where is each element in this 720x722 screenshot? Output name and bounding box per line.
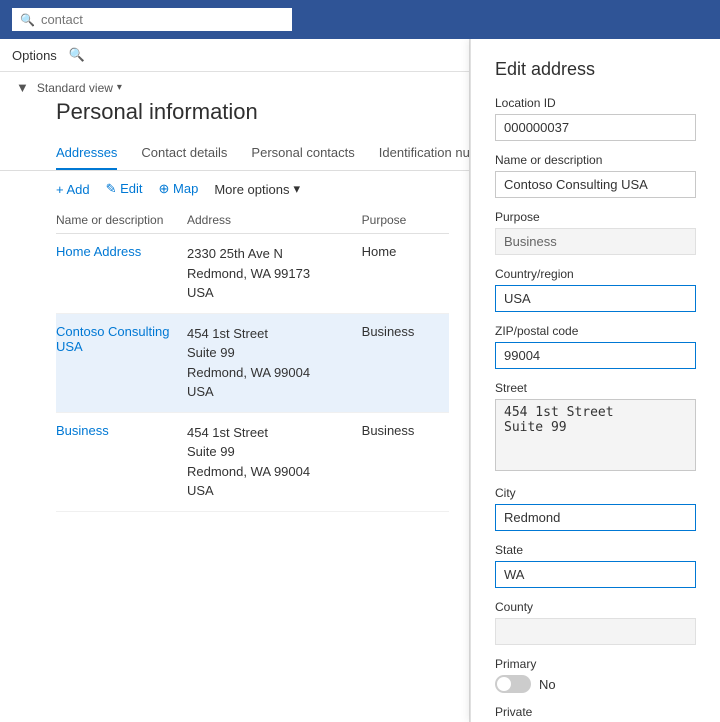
options-search-icon[interactable]: 🔍 [69,47,85,63]
edit-button[interactable]: ✎ Edit [106,181,143,197]
address-table: Name or description Address Purpose Home… [0,207,469,722]
view-selector-label: Standard view [37,81,113,95]
search-box[interactable]: 🔍 [12,8,292,31]
row-address-1: 454 1st StreetSuite 99Redmond, WA 99004U… [187,324,362,402]
street-label: Street [495,381,696,395]
search-icon: 🔍 [20,13,35,27]
city-input[interactable] [495,504,696,531]
header-name: Name or description [56,213,187,227]
row-name-2[interactable]: Business [56,423,187,438]
more-options-chevron-icon: ▾ [293,181,300,197]
primary-toggle-container: No [495,675,696,693]
table-header: Name or description Address Purpose [56,207,449,234]
table-row: Contoso Consulting USA 454 1st StreetSui… [56,314,449,413]
tabs: Addresses Contact details Personal conta… [0,137,469,171]
county-label: County [495,600,696,614]
name-description-label: Name or description [495,153,696,167]
city-field: City [495,486,696,531]
county-input[interactable] [495,618,696,645]
name-description-field: Name or description [495,153,696,198]
header-purpose: Purpose [362,213,449,227]
location-id-input[interactable] [495,114,696,141]
purpose-label: Purpose [495,210,696,224]
row-name-0[interactable]: Home Address [56,244,187,259]
main-layout: Options 🔍 ▼ Standard view ▾ Personal inf… [0,39,720,722]
row-address-2: 454 1st StreetSuite 99Redmond, WA 99004U… [187,423,362,501]
zip-postal-label: ZIP/postal code [495,324,696,338]
primary-field: Primary No [495,657,696,693]
options-label[interactable]: Options [12,48,57,63]
primary-label: Primary [495,657,696,671]
tab-personal-contacts[interactable]: Personal contacts [251,137,354,170]
primary-toggle-label: No [539,677,556,692]
row-purpose-0: Home [362,244,449,259]
primary-toggle[interactable] [495,675,531,693]
tab-identification-numbers[interactable]: Identification numbers [379,137,470,170]
zip-postal-input[interactable] [495,342,696,369]
page-title: Personal information [0,95,469,137]
location-id-field: Location ID [495,96,696,141]
options-bar: Options 🔍 [0,39,469,72]
search-input[interactable] [41,12,284,27]
zip-postal-field: ZIP/postal code [495,324,696,369]
top-bar: 🔍 [0,0,720,39]
edit-address-panel: Edit address Location ID Name or descrip… [470,39,720,722]
country-region-input[interactable] [495,285,696,312]
location-id-label: Location ID [495,96,696,110]
purpose-field: Purpose [495,210,696,255]
tab-contact-details[interactable]: Contact details [141,137,227,170]
county-field: County [495,600,696,645]
map-button[interactable]: ⊕ Map [159,181,199,197]
street-field: Street 454 1st Street Suite 99 [495,381,696,474]
header-address: Address [187,213,362,227]
add-button[interactable]: + Add [56,182,90,197]
country-region-label: Country/region [495,267,696,281]
state-field: State [495,543,696,588]
private-label: Private [495,705,696,719]
left-panel: Options 🔍 ▼ Standard view ▾ Personal inf… [0,39,470,722]
row-purpose-1: Business [362,324,449,339]
table-row: Home Address 2330 25th Ave NRedmond, WA … [56,234,449,314]
table-row: Business 454 1st StreetSuite 99Redmond, … [56,413,449,512]
street-input[interactable]: 454 1st Street Suite 99 [495,399,696,471]
name-description-input[interactable] [495,171,696,198]
city-label: City [495,486,696,500]
filter-icon[interactable]: ▼ [16,80,29,95]
more-options-button[interactable]: More options ▾ [214,181,300,197]
view-selector[interactable]: Standard view ▾ [37,81,122,95]
private-field: Private No [495,705,696,722]
toolbar: + Add ✎ Edit ⊕ Map More options ▾ [0,171,469,207]
state-input[interactable] [495,561,696,588]
row-purpose-2: Business [362,423,449,438]
chevron-down-icon: ▾ [117,82,122,93]
tab-addresses[interactable]: Addresses [56,137,117,170]
state-label: State [495,543,696,557]
more-options-label: More options [214,182,289,197]
edit-panel-title: Edit address [495,59,696,80]
row-name-1[interactable]: Contoso Consulting USA [56,324,187,354]
country-region-field: Country/region [495,267,696,312]
row-address-0: 2330 25th Ave NRedmond, WA 99173USA [187,244,362,303]
purpose-input [495,228,696,255]
